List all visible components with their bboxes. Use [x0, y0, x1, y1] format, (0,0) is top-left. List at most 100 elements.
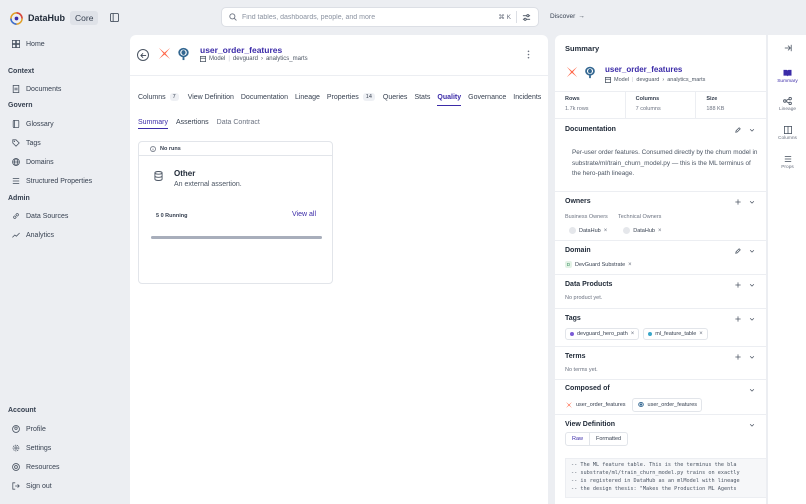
- tag-chip[interactable]: devguard_hero_path ×: [565, 328, 640, 340]
- assertion-kind: Other: [174, 169, 196, 178]
- add-plus-icon[interactable]: [735, 354, 741, 360]
- edit-pencil-icon[interactable]: [735, 127, 741, 133]
- chevron-down-icon[interactable]: [749, 282, 755, 288]
- rail-lineage[interactable]: Lineage: [768, 97, 806, 112]
- collapse-sidebar-icon[interactable]: [110, 13, 119, 22]
- nav-structured-properties[interactable]: Structured Properties: [12, 177, 92, 185]
- assertion-card[interactable]: No runs Other An external assertion. 5 0…: [138, 141, 333, 284]
- view-all-link[interactable]: View all: [292, 211, 316, 218]
- remove-x-icon[interactable]: ×: [604, 228, 608, 234]
- add-plus-icon[interactable]: [735, 282, 741, 288]
- summary-title: Summary: [565, 44, 600, 53]
- rail-columns[interactable]: Columns: [768, 126, 806, 141]
- nav-glossary[interactable]: Glossary: [12, 120, 54, 128]
- tab-quality[interactable]: Quality: [437, 93, 461, 106]
- business-owner-chip[interactable]: DataHub ×: [565, 225, 612, 236]
- tab-columns[interactable]: Columns 7: [138, 93, 179, 106]
- chevron-down-icon[interactable]: [749, 422, 755, 428]
- edit-pencil-icon[interactable]: [735, 248, 741, 254]
- subtab-data-contract[interactable]: Data Contract: [217, 119, 260, 129]
- back-button[interactable]: [137, 49, 149, 61]
- view-definition-code: -- The ML feature table. This is the ter…: [565, 458, 766, 498]
- more-menu-icon[interactable]: [527, 50, 530, 59]
- filter-sliders-icon[interactable]: [522, 13, 531, 22]
- chevron-down-icon[interactable]: [749, 199, 755, 205]
- govern-section-label: Govern: [8, 102, 33, 109]
- summary-entity-platform[interactable]: devguard: [636, 77, 659, 83]
- nav-domains[interactable]: Domains: [12, 158, 54, 166]
- tab-documentation-label: Documentation: [240, 93, 288, 101]
- tab-lineage[interactable]: Lineage: [295, 93, 320, 106]
- documentation-actions: [735, 127, 755, 133]
- chevron-down-icon[interactable]: [749, 248, 755, 254]
- tags-list: devguard_hero_path × ml_feature_table ×: [565, 328, 708, 340]
- entity-title[interactable]: user_order_features: [200, 45, 282, 55]
- composed-of-item[interactable]: user_order_features: [565, 398, 626, 412]
- datahub-logo-icon: [10, 11, 23, 25]
- add-plus-icon[interactable]: [735, 199, 741, 205]
- view-definition-section: View Definition Raw Formatted -- The ML …: [555, 415, 766, 504]
- nav-profile[interactable]: Profile: [12, 425, 46, 433]
- tab-governance[interactable]: Governance: [468, 93, 506, 106]
- domain-name: DevGuard Substrate: [575, 261, 626, 268]
- app-logo[interactable]: DataHub Core: [10, 11, 99, 25]
- remove-x-icon[interactable]: ×: [658, 228, 662, 234]
- subtab-assertions[interactable]: Assertions: [176, 119, 209, 129]
- formatted-toggle[interactable]: Formatted: [590, 433, 627, 445]
- nav-resources-label: Resources: [26, 463, 60, 471]
- documentation-section: Documentation Per-user order features. C…: [555, 120, 766, 192]
- entity-container[interactable]: analytics_marts: [266, 56, 308, 62]
- nav-analytics[interactable]: Analytics: [12, 231, 54, 239]
- remove-x-icon[interactable]: ×: [628, 262, 632, 268]
- account-section-label: Account: [8, 407, 36, 414]
- raw-toggle[interactable]: Raw: [566, 433, 591, 445]
- search-input[interactable]: [242, 13, 494, 21]
- technical-owner-chip[interactable]: DataHub ×: [619, 225, 666, 236]
- remove-x-icon[interactable]: ×: [631, 331, 635, 337]
- nav-data-sources-label: Data Sources: [26, 212, 69, 220]
- tab-documentation[interactable]: Documentation: [241, 93, 288, 106]
- tab-incidents[interactable]: Incidents: [513, 93, 541, 106]
- close-panel-button[interactable]: [768, 44, 806, 52]
- tag-chip[interactable]: ml_feature_table ×: [643, 328, 708, 340]
- tab-stats[interactable]: Stats: [414, 93, 430, 106]
- info-circle-icon: [150, 145, 156, 152]
- summary-entity-container[interactable]: analytics_marts: [667, 77, 705, 83]
- domain-chip[interactable]: D DevGuard Substrate ×: [565, 260, 632, 269]
- arrow-right-icon: →: [578, 13, 585, 20]
- search-bar[interactable]: ⌘ K: [221, 7, 539, 27]
- help-circle-icon: [12, 463, 20, 471]
- stat-columns-label: Columns: [635, 96, 660, 102]
- nav-tags[interactable]: Tags: [12, 139, 41, 147]
- technical-owners-label: Technical Owners: [618, 214, 662, 220]
- subtab-summary[interactable]: Summary: [138, 119, 168, 129]
- tab-columns-count: 7: [169, 93, 179, 101]
- nav-tags-label: Tags: [26, 139, 41, 147]
- nav-resources[interactable]: Resources: [12, 463, 59, 471]
- tab-queries[interactable]: Queries: [383, 93, 408, 106]
- composed-of-item[interactable]: user_order_features: [631, 398, 703, 412]
- remove-x-icon[interactable]: ×: [699, 331, 703, 337]
- nav-settings[interactable]: Settings: [12, 444, 51, 452]
- nav-data-sources[interactable]: Data Sources: [12, 212, 68, 220]
- summary-entity-title[interactable]: user_order_features: [605, 65, 682, 74]
- tab-properties[interactable]: Properties 14: [327, 93, 375, 106]
- add-plus-icon[interactable]: [735, 316, 741, 322]
- owners-heading: Owners: [565, 198, 591, 205]
- chevron-down-icon[interactable]: [749, 127, 755, 133]
- discover-link[interactable]: Discover →: [550, 13, 585, 20]
- postgres-elephant-icon: [637, 402, 644, 407]
- nav-documents[interactable]: Documents: [12, 85, 61, 93]
- chevron-down-icon[interactable]: [749, 316, 755, 322]
- rail-props[interactable]: Props: [768, 155, 806, 170]
- tab-view-definition[interactable]: View Definition: [188, 93, 234, 106]
- nav-documents-label: Documents: [26, 85, 62, 93]
- rail-summary[interactable]: Summary: [768, 69, 806, 84]
- entity-platform[interactable]: devguard: [233, 56, 258, 62]
- tag-name: ml_feature_table: [655, 331, 697, 337]
- domain-section: Domain D DevGuard Substrate ×: [555, 241, 766, 275]
- chevron-down-icon[interactable]: [749, 387, 755, 393]
- nav-home[interactable]: Home: [12, 40, 45, 48]
- nav-sign-out[interactable]: Sign out: [12, 482, 52, 490]
- chevron-down-icon[interactable]: [749, 354, 755, 360]
